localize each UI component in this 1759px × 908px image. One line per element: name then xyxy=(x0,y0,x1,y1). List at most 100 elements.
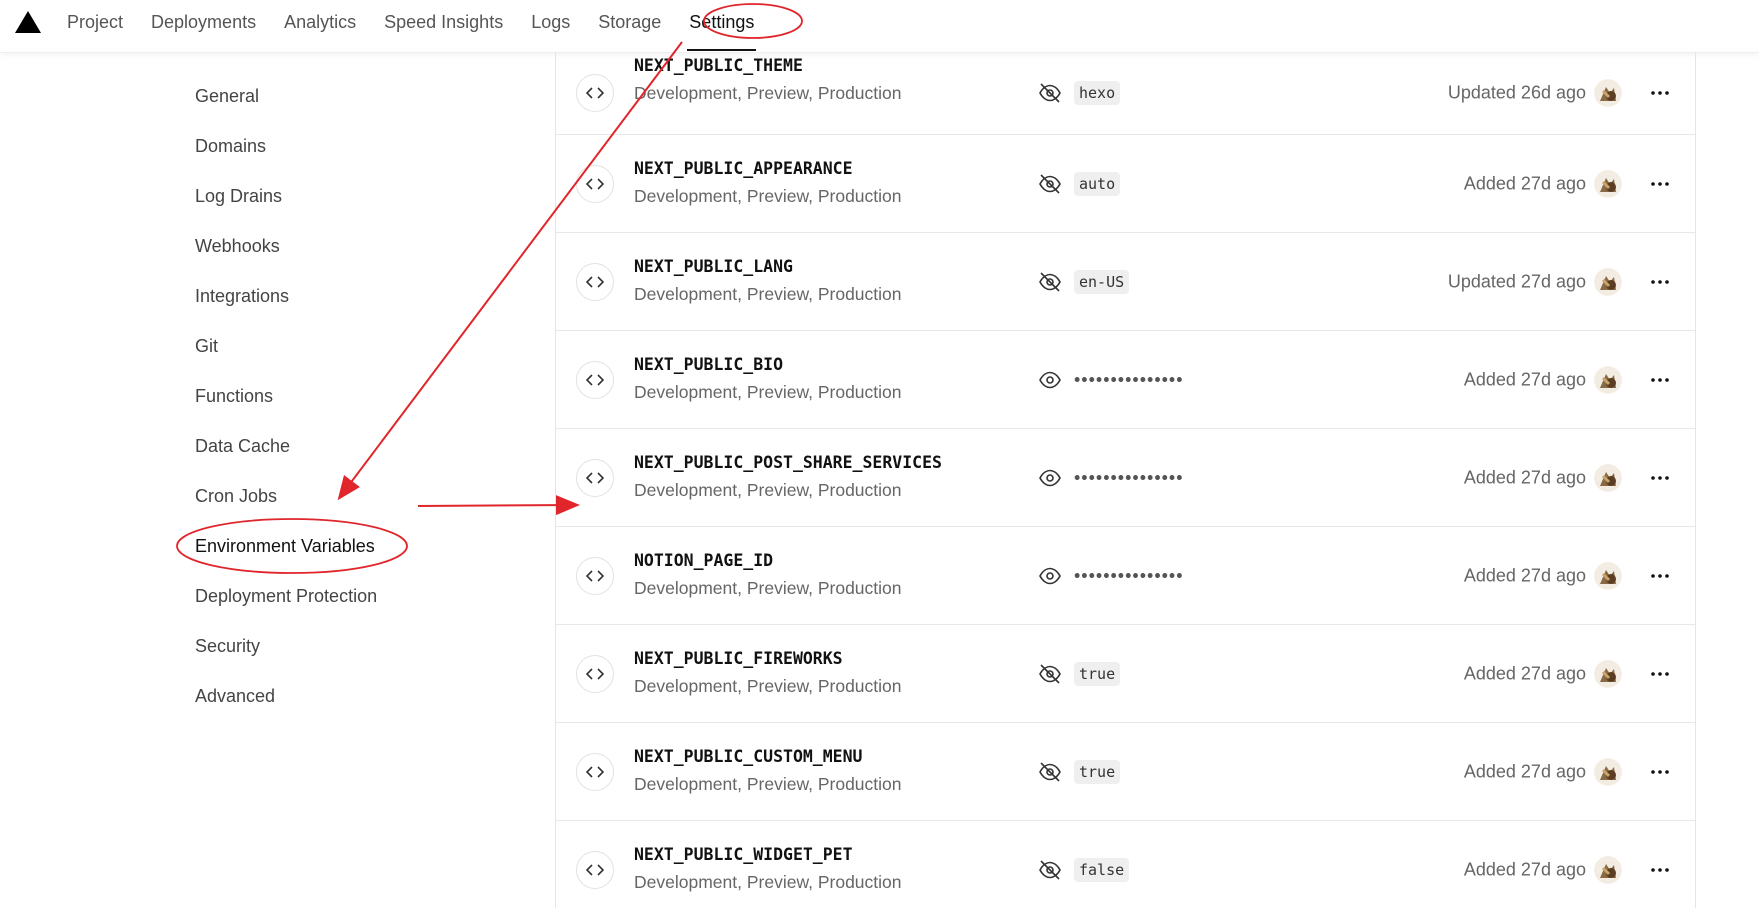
env-var-row: NEXT_PUBLIC_WIDGET_PET Development, Prev… xyxy=(556,821,1695,908)
env-var-targets: Development, Preview, Production xyxy=(634,480,902,500)
env-var-name[interactable]: NEXT_PUBLIC_WIDGET_PET xyxy=(634,845,853,864)
sidebar-item-functions[interactable]: Functions xyxy=(195,370,535,420)
more-horizontal-icon xyxy=(1651,91,1669,95)
env-var-value: ••••••••••••••• xyxy=(1074,369,1184,389)
env-var-targets: Development, Preview, Production xyxy=(634,872,902,892)
more-options-button[interactable] xyxy=(1647,80,1673,106)
env-var-updated: Added 27d ago xyxy=(1463,565,1586,585)
eye-icon[interactable] xyxy=(1038,368,1062,392)
more-options-button[interactable] xyxy=(1647,759,1673,785)
tab-speed-insights[interactable]: Speed Insights xyxy=(370,0,517,46)
more-horizontal-icon xyxy=(1651,671,1669,676)
more-horizontal-icon xyxy=(1651,769,1669,774)
env-var-name[interactable]: NEXT_PUBLIC_APPEARANCE xyxy=(634,159,853,178)
code-icon xyxy=(576,752,614,791)
env-var-value: true xyxy=(1074,661,1121,686)
sidebar-item-security[interactable]: Security xyxy=(195,620,535,670)
env-var-name[interactable]: NEXT_PUBLIC_BIO xyxy=(634,355,783,374)
more-horizontal-icon xyxy=(1651,377,1669,382)
env-var-targets: Development, Preview, Production xyxy=(634,676,902,696)
env-var-updated: Added 27d ago xyxy=(1463,369,1586,389)
more-options-button[interactable] xyxy=(1647,367,1673,393)
avatar xyxy=(1594,365,1622,394)
env-var-value: en-US xyxy=(1074,269,1130,294)
sidebar-item-general[interactable]: General xyxy=(195,70,535,120)
eye-off-icon[interactable] xyxy=(1038,172,1062,196)
env-var-value: true xyxy=(1074,759,1121,784)
tab-settings[interactable]: Settings xyxy=(675,0,768,51)
env-var-row: NEXT_PUBLIC_LANG Development, Preview, P… xyxy=(556,233,1695,331)
env-var-updated: Added 27d ago xyxy=(1463,173,1586,193)
more-options-button[interactable] xyxy=(1647,563,1673,589)
env-var-name[interactable]: NEXT_PUBLIC_CUSTOM_MENU xyxy=(634,747,862,766)
env-var-updated: Added 27d ago xyxy=(1463,663,1586,683)
avatar xyxy=(1594,169,1622,198)
tab-deployments[interactable]: Deployments xyxy=(137,0,270,46)
eye-icon[interactable] xyxy=(1038,466,1062,490)
more-options-button[interactable] xyxy=(1647,465,1673,491)
env-var-name[interactable]: NEXT_PUBLIC_THEME xyxy=(634,56,803,75)
more-options-button[interactable] xyxy=(1647,269,1673,295)
code-icon xyxy=(576,850,614,889)
eye-off-icon[interactable] xyxy=(1038,81,1062,105)
sidebar-item-log-drains[interactable]: Log Drains xyxy=(195,170,535,220)
sidebar-item-advanced[interactable]: Advanced xyxy=(195,670,535,720)
env-var-row: NEXT_PUBLIC_APPEARANCE Development, Prev… xyxy=(556,135,1695,233)
env-var-updated: Added 27d ago xyxy=(1463,859,1586,879)
avatar xyxy=(1594,659,1622,688)
env-var-targets: Development, Preview, Production xyxy=(634,774,902,794)
eye-off-icon[interactable] xyxy=(1038,662,1062,686)
env-var-updated: Added 27d ago xyxy=(1463,761,1586,781)
sidebar-item-domains[interactable]: Domains xyxy=(195,120,535,170)
code-icon xyxy=(576,164,614,203)
code-icon xyxy=(576,360,614,399)
tab-analytics[interactable]: Analytics xyxy=(270,0,370,46)
sidebar-item-git[interactable]: Git xyxy=(195,320,535,370)
env-var-value: auto xyxy=(1074,171,1121,196)
env-var-targets: Development, Preview, Production xyxy=(634,284,902,304)
avatar xyxy=(1594,561,1622,590)
avatar xyxy=(1594,855,1622,884)
env-var-name[interactable]: NEXT_PUBLIC_POST_SHARE_SERVICES xyxy=(634,453,942,472)
nav-tabs: Project Deployments Analytics Speed Insi… xyxy=(53,0,768,52)
env-var-updated: Added 27d ago xyxy=(1463,467,1586,487)
more-options-button[interactable] xyxy=(1647,857,1673,883)
env-var-value: ••••••••••••••• xyxy=(1074,565,1184,585)
env-var-targets: Development, Preview, Production xyxy=(634,382,902,402)
eye-off-icon[interactable] xyxy=(1038,760,1062,784)
tab-storage[interactable]: Storage xyxy=(584,0,675,46)
vercel-logo-icon[interactable] xyxy=(15,11,41,33)
eye-icon[interactable] xyxy=(1038,564,1062,588)
avatar xyxy=(1594,757,1622,786)
more-options-button[interactable] xyxy=(1647,661,1673,687)
sidebar-item-environment-variables[interactable]: Environment Variables xyxy=(195,520,535,570)
env-var-value: ••••••••••••••• xyxy=(1074,467,1184,487)
env-var-updated: Updated 26d ago xyxy=(1447,82,1586,103)
env-var-name[interactable]: NEXT_PUBLIC_FIREWORKS xyxy=(634,649,843,668)
sidebar-item-integrations[interactable]: Integrations xyxy=(195,270,535,320)
env-var-row: NEXT_PUBLIC_POST_SHARE_SERVICES Developm… xyxy=(556,429,1695,527)
more-options-button[interactable] xyxy=(1647,171,1673,197)
settings-sidebar: General Domains Log Drains Webhooks Inte… xyxy=(195,70,535,720)
sidebar-item-cron-jobs[interactable]: Cron Jobs xyxy=(195,470,535,520)
eye-off-icon[interactable] xyxy=(1038,858,1062,882)
code-icon xyxy=(576,262,614,301)
eye-off-icon[interactable] xyxy=(1038,270,1062,294)
code-icon xyxy=(576,556,614,595)
tab-project[interactable]: Project xyxy=(53,0,137,46)
sidebar-item-data-cache[interactable]: Data Cache xyxy=(195,420,535,470)
sidebar-item-deployment-protection[interactable]: Deployment Protection xyxy=(195,570,535,620)
env-var-row: NOTION_PAGE_ID Development, Preview, Pro… xyxy=(556,527,1695,625)
avatar xyxy=(1594,463,1622,492)
env-var-name[interactable]: NOTION_PAGE_ID xyxy=(634,551,773,570)
env-var-name[interactable]: NEXT_PUBLIC_LANG xyxy=(634,257,793,276)
avatar xyxy=(1594,267,1622,296)
environment-variables-list: NEXT_PUBLIC_THEME Development, Preview, … xyxy=(555,52,1696,908)
tab-logs[interactable]: Logs xyxy=(517,0,584,46)
env-var-updated: Updated 27d ago xyxy=(1447,271,1586,291)
env-var-row: NEXT_PUBLIC_THEME Development, Preview, … xyxy=(556,52,1695,135)
sidebar-item-webhooks[interactable]: Webhooks xyxy=(195,220,535,270)
more-horizontal-icon xyxy=(1651,279,1669,284)
code-icon xyxy=(576,74,614,112)
env-var-targets: Development, Preview, Production xyxy=(634,83,902,103)
